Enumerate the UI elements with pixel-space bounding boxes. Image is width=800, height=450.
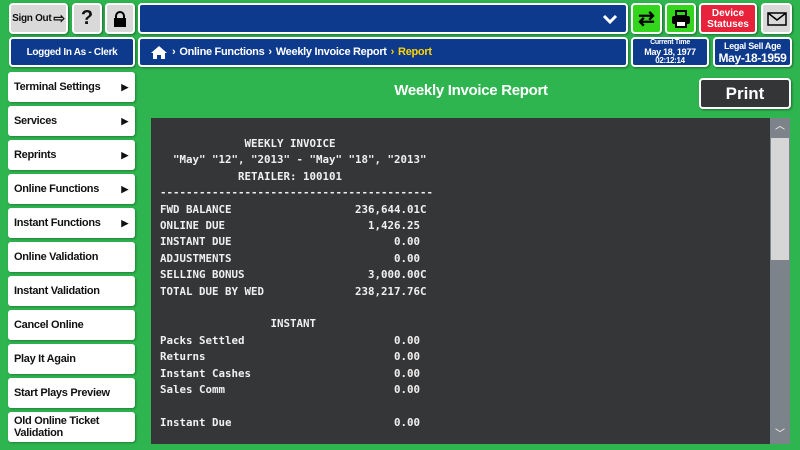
sidebar-item-label: Online Functions: [14, 183, 100, 195]
report-text: WEEKLY INVOICE "May" "12", "2013" - "May…: [151, 118, 770, 431]
scroll-up-icon[interactable]: ︿: [770, 118, 790, 136]
page-title: Weekly Invoice Report: [394, 82, 548, 99]
sidebar-item-label: Terminal Settings: [14, 81, 101, 93]
transfer-button[interactable]: ⇄: [631, 3, 662, 34]
report-row: TOTAL DUE BY WED 238,217.76C: [160, 284, 427, 298]
sidebar-item-label: Reprints: [14, 149, 57, 161]
lock-button[interactable]: [105, 3, 135, 34]
sidebar-item[interactable]: Online Validation: [8, 242, 135, 272]
lock-icon: [114, 10, 126, 27]
logged-in-status: Logged In As - Clerk: [9, 37, 135, 67]
sidebar-item[interactable]: Old Online Ticket Validation: [8, 412, 135, 442]
sign-out-label: Sign Out: [12, 13, 52, 24]
sidebar-item-label: Cancel Online: [14, 319, 84, 331]
report-row: ONLINE DUE 1,426.25: [160, 219, 421, 233]
chevron-right-icon: ▶: [121, 149, 128, 160]
scroll-down-icon[interactable]: ﹀: [770, 426, 790, 444]
sidebar-item[interactable]: Play It Again: [8, 344, 135, 374]
dropdown-bar[interactable]: [138, 3, 628, 34]
sign-out-button[interactable]: Sign Out ⇨: [9, 3, 68, 34]
sidebar-item-label: Online Validation: [14, 251, 99, 263]
report-row: FWD BALANCE 236,644.01C: [160, 202, 427, 216]
breadcrumb-current: Report: [398, 46, 432, 58]
sidebar-item-label: Instant Validation: [14, 285, 100, 297]
sidebar-item-label: Start Plays Preview: [14, 387, 110, 399]
report-retailer: RETAILER: 100101: [238, 169, 343, 183]
chevron-down-icon: [602, 14, 618, 24]
report-period: "May" "12", "2013" - "May" "18", "2013": [173, 153, 427, 167]
printer-icon: [671, 9, 690, 28]
scrollbar-thumb[interactable]: [771, 138, 789, 260]
sidebar-item[interactable]: Start Plays Preview: [8, 378, 135, 408]
instant-row: Packs Settled 0.00: [160, 333, 421, 347]
sidebar-item[interactable]: Instant Functions ▶: [8, 208, 135, 238]
report-row: SELLING BONUS 3,000.00C: [160, 268, 427, 282]
legal-sell-age-date: May-18-1959: [718, 51, 787, 65]
help-button[interactable]: ?: [72, 3, 102, 34]
sidebar-item-label: Instant Functions: [14, 217, 101, 229]
report-divider: ----------------------------------------…: [160, 186, 434, 200]
device-statuses-label: Device Statuses: [707, 7, 749, 30]
sidebar-item[interactable]: Online Functions ▶: [8, 174, 135, 204]
chevron-right-icon: ▶: [121, 217, 128, 228]
messages-button[interactable]: [761, 3, 792, 34]
report-row: ADJUSTMENTS 0.00: [160, 251, 421, 265]
sidebar-item-label: Services: [14, 115, 57, 127]
report-view: WEEKLY INVOICE "May" "12", "2013" - "May…: [151, 118, 770, 444]
breadcrumb-separator: ›: [268, 46, 272, 58]
sidebar-item[interactable]: Instant Validation: [8, 276, 135, 306]
instant-row: Instant Cashes 0.00: [160, 366, 421, 380]
current-time-panel: Current Time May 18, 1977 02:12:14: [631, 37, 709, 67]
print-button[interactable]: Print: [699, 78, 791, 109]
report-title: WEEKLY INVOICE: [244, 137, 336, 150]
breadcrumb: › Online Functions › Weekly Invoice Repo…: [138, 37, 628, 67]
print-icon-button[interactable]: [665, 3, 696, 34]
chevron-right-icon: ▶: [121, 115, 128, 126]
breadcrumb-online-functions[interactable]: Online Functions: [179, 46, 264, 58]
current-time-label: Current Time: [650, 39, 690, 46]
envelope-icon: [766, 11, 787, 26]
swap-arrows-icon: ⇄: [638, 8, 655, 30]
breadcrumb-separator: ›: [172, 46, 176, 58]
sidebar-item[interactable]: Cancel Online: [8, 310, 135, 340]
sidebar-item[interactable]: Services ▶: [8, 106, 135, 136]
instant-due-row: Instant Due 0.00: [160, 415, 421, 429]
report-row: INSTANT DUE 0.00: [160, 235, 421, 249]
instant-row: Returns 0.00: [160, 350, 421, 364]
device-statuses-button[interactable]: Device Statuses: [699, 3, 757, 34]
sidebar-item-label: Old Online Ticket Validation: [14, 415, 100, 439]
instant-row: Sales Comm 0.00: [160, 383, 421, 397]
sidebar-item[interactable]: Terminal Settings ▶: [8, 72, 135, 102]
help-label: ?: [80, 7, 94, 29]
current-time: 02:12:14: [655, 56, 685, 65]
logged-in-label: Logged In As - Clerk: [26, 46, 118, 58]
chevron-right-icon: ▶: [121, 183, 128, 194]
print-label: Print: [725, 83, 765, 103]
breadcrumb-weekly-invoice[interactable]: Weekly Invoice Report: [276, 46, 387, 58]
home-icon[interactable]: [150, 45, 168, 60]
sidebar-item[interactable]: Reprints ▶: [8, 140, 135, 170]
instant-heading: INSTANT: [270, 317, 317, 331]
scrollbar[interactable]: ︿ ﹀: [770, 118, 790, 444]
sidebar-item-label: Play It Again: [14, 353, 76, 365]
chevron-right-icon: ▶: [121, 81, 128, 92]
legal-sell-age-panel: Legal Sell Age May-18-1959: [713, 37, 792, 67]
breadcrumb-separator: ›: [390, 46, 395, 58]
exit-icon: ⇨: [53, 10, 65, 26]
